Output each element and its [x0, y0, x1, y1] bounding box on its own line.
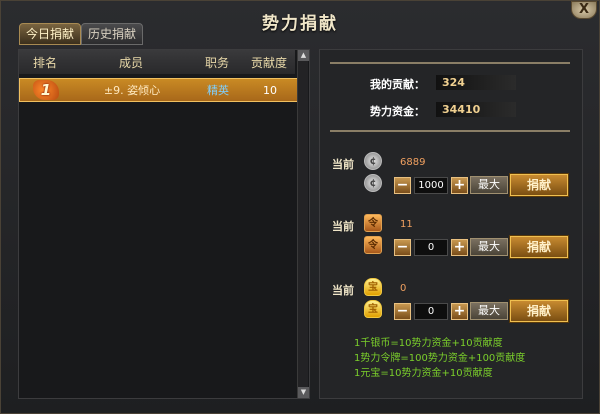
donation-window: 势力捐献 X 今日捐献 历史捐献 排名 成员 职务 贡献度 1 ±9. 姿倾心 …: [0, 0, 600, 414]
max-button[interactable]: 最大: [470, 176, 508, 194]
header-contribution: 贡献度: [250, 55, 287, 70]
rule-line: 1元宝=10势力资金+10贡献度: [354, 368, 493, 379]
current-token: 11: [400, 219, 413, 230]
quantity-stepper: − 0 +: [394, 238, 468, 256]
current-ingot: 0: [400, 283, 407, 294]
funds-label: 势力资金：: [370, 105, 425, 118]
minus-button[interactable]: −: [394, 176, 411, 194]
donate-panel: 我的贡献： 324 势力资金： 34410 当前 ¢ 6889 ¢ − 1000…: [319, 49, 583, 399]
ranking-panel: 排名 成员 职务 贡献度 1 ±9. 姿倾心 精英 10 ▲ ▼: [18, 49, 310, 399]
quantity-stepper: − 1000 +: [394, 176, 468, 194]
silver-coin-icon: ¢: [364, 152, 382, 170]
funds-value: 34410: [436, 102, 516, 117]
current-label: 当前: [332, 284, 354, 297]
member-contribution: 10: [263, 83, 277, 97]
table-row[interactable]: 1 ±9. 姿倾心 精英 10: [19, 78, 298, 102]
minus-button[interactable]: −: [394, 302, 411, 320]
scroll-up-icon[interactable]: ▲: [298, 50, 309, 61]
ingot-icon: 宝: [364, 278, 382, 296]
max-button[interactable]: 最大: [470, 302, 508, 320]
my-contribution-label: 我的贡献：: [370, 78, 425, 91]
header-role: 职务: [204, 55, 229, 70]
tab-today-donation[interactable]: 今日捐献: [19, 23, 82, 45]
plus-button[interactable]: +: [451, 238, 468, 256]
current-label: 当前: [332, 220, 354, 233]
ornament-divider: [330, 130, 570, 138]
member-name: ±9. 姿倾心: [103, 84, 161, 97]
current-silver: 6889: [400, 157, 426, 168]
my-contribution-value: 324: [436, 75, 516, 90]
quantity-input[interactable]: 0: [414, 238, 448, 256]
header-rank: 排名: [32, 55, 57, 70]
silver-coin-icon: ¢: [364, 174, 382, 192]
quantity-input[interactable]: 1000: [414, 176, 448, 194]
quantity-input[interactable]: 0: [414, 302, 448, 320]
donate-button[interactable]: 捐献: [510, 236, 568, 258]
tab-history-donation[interactable]: 历史捐献: [81, 23, 144, 45]
exchange-rules: 1千银币=10势力资金+10贡献度 1势力令牌=100势力资金+100贡献度 1…: [354, 336, 558, 381]
donate-button[interactable]: 捐献: [510, 174, 568, 196]
table-header: 排名 成员 职务 贡献度: [19, 50, 295, 74]
quantity-stepper: − 0 +: [394, 302, 468, 320]
ingot-icon: 宝: [364, 300, 382, 318]
current-label: 当前: [332, 158, 354, 171]
rule-line: 1千银币=10势力资金+10贡献度: [354, 338, 503, 349]
max-button[interactable]: 最大: [470, 238, 508, 256]
plus-button[interactable]: +: [451, 176, 468, 194]
ornament-divider: [330, 62, 570, 70]
member-role: 精英: [207, 84, 229, 97]
scroll-down-icon[interactable]: ▼: [298, 387, 309, 398]
plus-button[interactable]: +: [451, 302, 468, 320]
rank-badge-icon: 1: [33, 80, 59, 100]
token-icon: 令: [364, 214, 382, 232]
rule-line: 1势力令牌=100势力资金+100贡献度: [354, 353, 526, 364]
scrollbar[interactable]: ▲ ▼: [297, 50, 309, 398]
minus-button[interactable]: −: [394, 238, 411, 256]
rank-cell: 1: [20, 80, 72, 100]
token-icon: 令: [364, 236, 382, 254]
close-button[interactable]: X: [571, 1, 597, 19]
donate-button[interactable]: 捐献: [510, 300, 568, 322]
header-member: 成员: [118, 55, 143, 70]
